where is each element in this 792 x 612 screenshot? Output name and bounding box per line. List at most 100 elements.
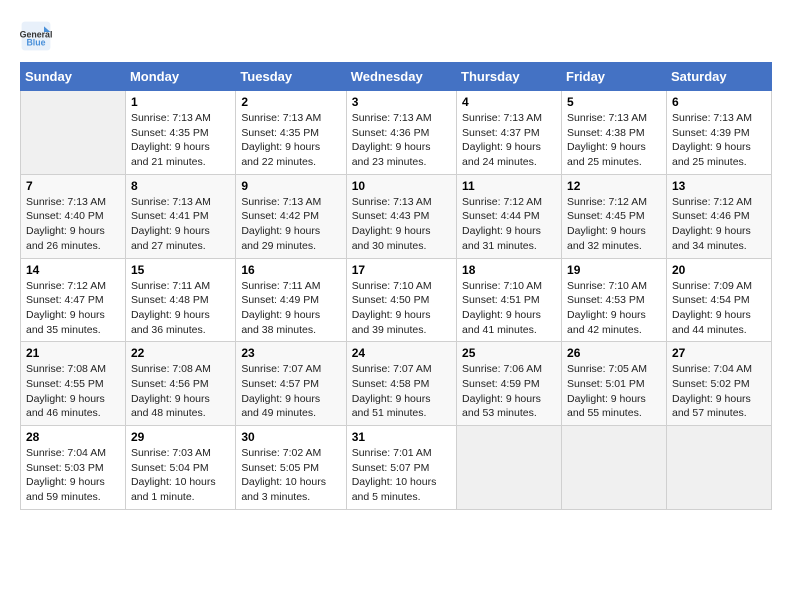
calendar-cell: 11Sunrise: 7:12 AM Sunset: 4:44 PM Dayli… bbox=[457, 174, 562, 258]
day-info: Sunrise: 7:12 AM Sunset: 4:47 PM Dayligh… bbox=[26, 279, 120, 338]
calendar-table: SundayMondayTuesdayWednesdayThursdayFrid… bbox=[20, 62, 772, 510]
day-number: 23 bbox=[241, 346, 340, 360]
calendar-cell: 18 Sunrise: 7:10 AM Sunset: 4:51 PM Dayli… bbox=[457, 258, 562, 342]
day-info: Sunrise: 7:04 AM Sunset: 5:03 PM Dayligh… bbox=[26, 446, 120, 505]
column-header-wednesday: Wednesday bbox=[346, 63, 456, 91]
day-number: 4 bbox=[462, 95, 556, 109]
day-info: Sunrise: 7:05 AM Sunset: 5:01 PM Dayligh… bbox=[567, 362, 661, 421]
day-info: Sunrise: 7:13 AM Sunset: 4:40 PM Dayligh… bbox=[26, 195, 120, 254]
day-number: 29 bbox=[131, 430, 230, 444]
day-number: 24 bbox=[352, 346, 451, 360]
column-header-sunday: Sunday bbox=[21, 63, 126, 91]
week-row-5: 28 Sunrise: 7:04 AM Sunset: 5:03 PM Dayli… bbox=[21, 426, 772, 510]
calendar-cell: 3 Sunrise: 7:13 AM Sunset: 4:36 PM Daylig… bbox=[346, 91, 456, 175]
calendar-cell: 22 Sunrise: 7:08 AM Sunset: 4:56 PM Dayli… bbox=[125, 342, 235, 426]
day-info: Sunrise: 7:08 AM Sunset: 4:56 PM Dayligh… bbox=[131, 362, 230, 421]
calendar-cell: 24 Sunrise: 7:07 AM Sunset: 4:58 PM Dayli… bbox=[346, 342, 456, 426]
calendar-cell: 1 Sunrise: 7:13 AM Sunset: 4:35 PM Daylig… bbox=[125, 91, 235, 175]
calendar-cell: 8 Sunrise: 7:13 AM Sunset: 4:41 PM Daylig… bbox=[125, 174, 235, 258]
calendar-cell: 7Sunrise: 7:13 AM Sunset: 4:40 PM Daylig… bbox=[21, 174, 126, 258]
day-number: 14 bbox=[26, 263, 120, 277]
calendar-cell: 31 Sunrise: 7:01 AM Sunset: 5:07 PM Dayli… bbox=[346, 426, 456, 510]
day-number: 12 bbox=[567, 179, 661, 193]
day-number: 8 bbox=[131, 179, 230, 193]
day-number: 2 bbox=[241, 95, 340, 109]
calendar-cell bbox=[666, 426, 771, 510]
week-row-4: 21 Sunrise: 7:08 AM Sunset: 4:55 PM Dayli… bbox=[21, 342, 772, 426]
day-info: Sunrise: 7:12 AM Sunset: 4:45 PM Dayligh… bbox=[567, 195, 661, 254]
day-info: Sunrise: 7:08 AM Sunset: 4:55 PM Dayligh… bbox=[26, 362, 120, 421]
calendar-body: 1 Sunrise: 7:13 AM Sunset: 4:35 PM Daylig… bbox=[21, 91, 772, 510]
day-info: Sunrise: 7:10 AM Sunset: 4:50 PM Dayligh… bbox=[352, 279, 451, 338]
day-number: 31 bbox=[352, 430, 451, 444]
day-info: Sunrise: 7:13 AM Sunset: 4:43 PM Dayligh… bbox=[352, 195, 451, 254]
calendar-cell: 17 Sunrise: 7:10 AM Sunset: 4:50 PM Dayli… bbox=[346, 258, 456, 342]
day-number: 3 bbox=[352, 95, 451, 109]
day-number: 10 bbox=[352, 179, 451, 193]
day-info: Sunrise: 7:13 AM Sunset: 4:39 PM Dayligh… bbox=[672, 111, 766, 170]
day-number: 21 bbox=[26, 346, 120, 360]
week-row-1: 1 Sunrise: 7:13 AM Sunset: 4:35 PM Daylig… bbox=[21, 91, 772, 175]
day-number: 9 bbox=[241, 179, 340, 193]
calendar-cell: 29 Sunrise: 7:03 AM Sunset: 5:04 PM Dayli… bbox=[125, 426, 235, 510]
calendar-cell bbox=[21, 91, 126, 175]
day-info: Sunrise: 7:07 AM Sunset: 4:57 PM Dayligh… bbox=[241, 362, 340, 421]
day-number: 1 bbox=[131, 95, 230, 109]
day-number: 25 bbox=[462, 346, 556, 360]
calendar-cell: 20 Sunrise: 7:09 AM Sunset: 4:54 PM Dayli… bbox=[666, 258, 771, 342]
calendar-cell: 6 Sunrise: 7:13 AM Sunset: 4:39 PM Daylig… bbox=[666, 91, 771, 175]
day-number: 16 bbox=[241, 263, 340, 277]
day-info: Sunrise: 7:12 AM Sunset: 4:46 PM Dayligh… bbox=[672, 195, 766, 254]
day-number: 26 bbox=[567, 346, 661, 360]
day-number: 11 bbox=[462, 179, 556, 193]
calendar-cell: 5Sunrise: 7:13 AM Sunset: 4:38 PM Daylig… bbox=[562, 91, 667, 175]
day-info: Sunrise: 7:01 AM Sunset: 5:07 PM Dayligh… bbox=[352, 446, 451, 505]
day-info: Sunrise: 7:10 AM Sunset: 4:53 PM Dayligh… bbox=[567, 279, 661, 338]
day-info: Sunrise: 7:10 AM Sunset: 4:51 PM Dayligh… bbox=[462, 279, 556, 338]
calendar-cell: 9 Sunrise: 7:13 AM Sunset: 4:42 PM Daylig… bbox=[236, 174, 346, 258]
day-number: 15 bbox=[131, 263, 230, 277]
calendar-header: SundayMondayTuesdayWednesdayThursdayFrid… bbox=[21, 63, 772, 91]
week-row-2: 7Sunrise: 7:13 AM Sunset: 4:40 PM Daylig… bbox=[21, 174, 772, 258]
day-info: Sunrise: 7:13 AM Sunset: 4:41 PM Dayligh… bbox=[131, 195, 230, 254]
calendar-cell: 12 Sunrise: 7:12 AM Sunset: 4:45 PM Dayli… bbox=[562, 174, 667, 258]
svg-text:Blue: Blue bbox=[26, 38, 45, 48]
logo: General Blue bbox=[20, 20, 52, 52]
calendar-cell: 25Sunrise: 7:06 AM Sunset: 4:59 PM Dayli… bbox=[457, 342, 562, 426]
week-row-3: 14 Sunrise: 7:12 AM Sunset: 4:47 PM Dayli… bbox=[21, 258, 772, 342]
calendar-cell: 28 Sunrise: 7:04 AM Sunset: 5:03 PM Dayli… bbox=[21, 426, 126, 510]
calendar-cell: 13 Sunrise: 7:12 AM Sunset: 4:46 PM Dayli… bbox=[666, 174, 771, 258]
day-info: Sunrise: 7:13 AM Sunset: 4:36 PM Dayligh… bbox=[352, 111, 451, 170]
column-header-friday: Friday bbox=[562, 63, 667, 91]
calendar-cell: 10 Sunrise: 7:13 AM Sunset: 4:43 PM Dayli… bbox=[346, 174, 456, 258]
calendar-cell bbox=[457, 426, 562, 510]
day-info: Sunrise: 7:13 AM Sunset: 4:35 PM Dayligh… bbox=[241, 111, 340, 170]
day-info: Sunrise: 7:13 AM Sunset: 4:42 PM Dayligh… bbox=[241, 195, 340, 254]
calendar-cell bbox=[562, 426, 667, 510]
day-number: 22 bbox=[131, 346, 230, 360]
header: General Blue bbox=[20, 20, 772, 52]
day-info: Sunrise: 7:09 AM Sunset: 4:54 PM Dayligh… bbox=[672, 279, 766, 338]
day-number: 28 bbox=[26, 430, 120, 444]
calendar-cell: 15 Sunrise: 7:11 AM Sunset: 4:48 PM Dayli… bbox=[125, 258, 235, 342]
calendar-cell: 4Sunrise: 7:13 AM Sunset: 4:37 PM Daylig… bbox=[457, 91, 562, 175]
calendar-cell: 23 Sunrise: 7:07 AM Sunset: 4:57 PM Dayli… bbox=[236, 342, 346, 426]
day-number: 20 bbox=[672, 263, 766, 277]
calendar-cell: 2 Sunrise: 7:13 AM Sunset: 4:35 PM Daylig… bbox=[236, 91, 346, 175]
day-number: 6 bbox=[672, 95, 766, 109]
column-header-thursday: Thursday bbox=[457, 63, 562, 91]
day-info: Sunrise: 7:04 AM Sunset: 5:02 PM Dayligh… bbox=[672, 362, 766, 421]
day-info: Sunrise: 7:03 AM Sunset: 5:04 PM Dayligh… bbox=[131, 446, 230, 505]
column-header-monday: Monday bbox=[125, 63, 235, 91]
day-number: 30 bbox=[241, 430, 340, 444]
day-info: Sunrise: 7:11 AM Sunset: 4:48 PM Dayligh… bbox=[131, 279, 230, 338]
day-number: 13 bbox=[672, 179, 766, 193]
day-info: Sunrise: 7:13 AM Sunset: 4:38 PM Dayligh… bbox=[567, 111, 661, 170]
calendar-cell: 14 Sunrise: 7:12 AM Sunset: 4:47 PM Dayli… bbox=[21, 258, 126, 342]
calendar-cell: 19Sunrise: 7:10 AM Sunset: 4:53 PM Dayli… bbox=[562, 258, 667, 342]
day-number: 18 bbox=[462, 263, 556, 277]
day-number: 17 bbox=[352, 263, 451, 277]
day-info: Sunrise: 7:13 AM Sunset: 4:35 PM Dayligh… bbox=[131, 111, 230, 170]
calendar-cell: 21 Sunrise: 7:08 AM Sunset: 4:55 PM Dayli… bbox=[21, 342, 126, 426]
day-info: Sunrise: 7:07 AM Sunset: 4:58 PM Dayligh… bbox=[352, 362, 451, 421]
